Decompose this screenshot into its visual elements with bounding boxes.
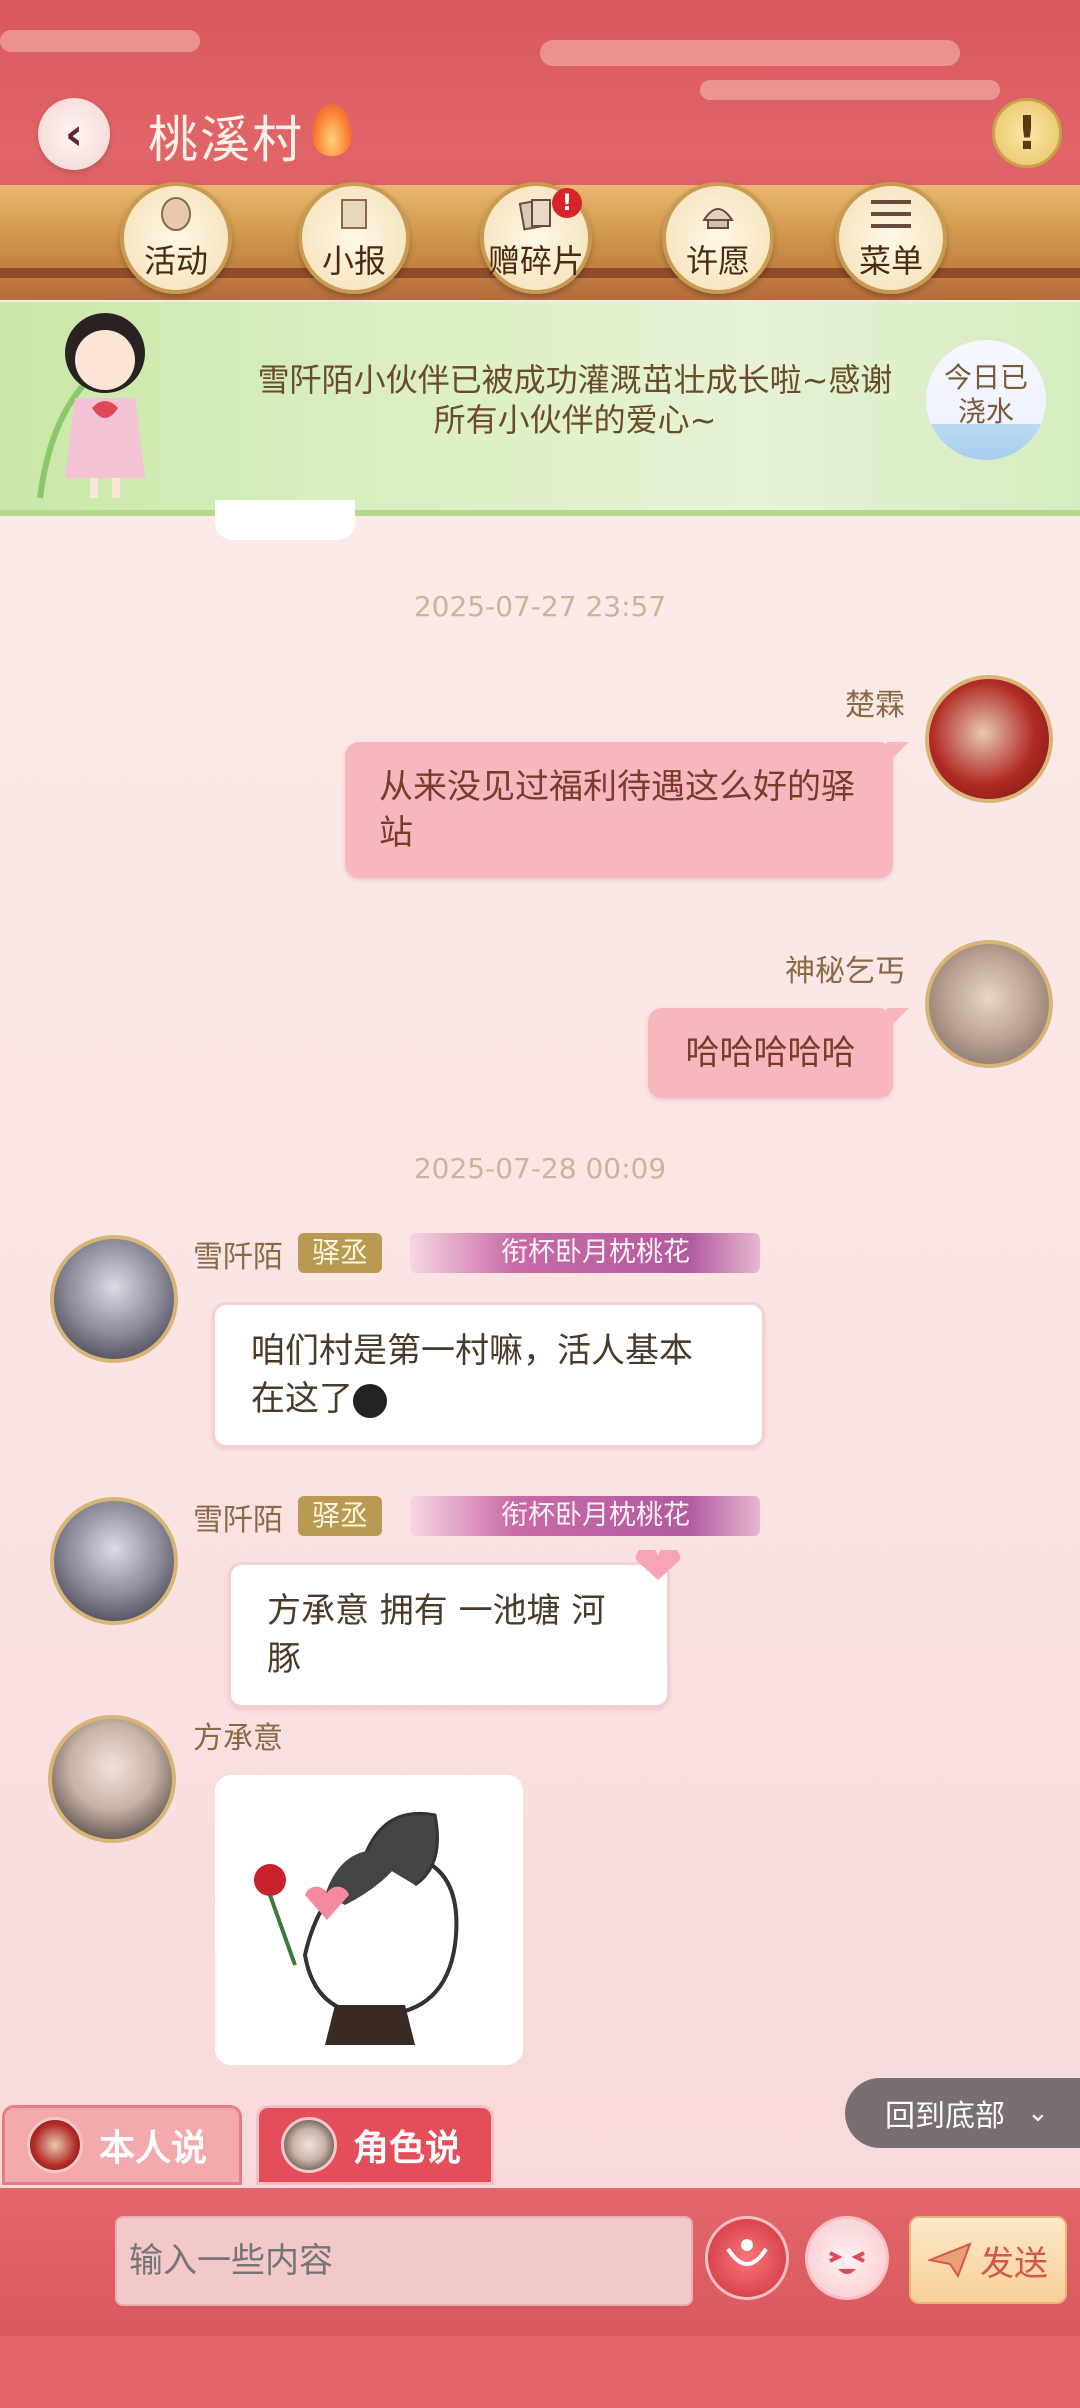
emoji-button[interactable]	[805, 2216, 889, 2300]
fountain-icon	[696, 194, 740, 234]
title-tag: 衔杯卧月枕桃花	[410, 1233, 760, 1273]
scroll-icon	[332, 194, 376, 234]
back-button[interactable]: ‹	[38, 98, 110, 170]
send-label: 发送	[980, 2243, 1048, 2284]
avatar[interactable]	[925, 675, 1053, 803]
avatar	[27, 2117, 83, 2173]
avatar[interactable]	[50, 1497, 178, 1625]
menu-wish-button[interactable]: 许愿	[662, 182, 774, 294]
menu-gift-fragments-button[interactable]: 赠碎片 !	[480, 182, 592, 294]
role-tag: 驿丞	[298, 1496, 383, 1536]
alert-button[interactable]: !	[992, 98, 1062, 168]
scroll-to-bottom-button[interactable]: 回到底部 ⌄	[845, 2078, 1080, 2148]
chevron-left-icon: ‹	[64, 108, 84, 160]
sender-name: 楚霖	[845, 688, 905, 723]
mascot-girl-illustration	[37, 313, 145, 499]
sender-name: 雪阡陌	[193, 1240, 283, 1275]
emoji-icon	[353, 1383, 387, 1418]
watered-today-badge[interactable]: 今日已浇水	[926, 340, 1046, 460]
gift-bag-icon	[726, 2239, 768, 2266]
scroll-to-bottom-label: 回到底部	[885, 2099, 1005, 2134]
heart-decoration-icon	[635, 1550, 681, 1580]
menu-label: 许愿	[685, 242, 750, 280]
menu-activity-button[interactable]: 活动	[120, 182, 232, 294]
menu-more-button[interactable]: 菜单	[835, 182, 947, 294]
message-bubble: 咱们村是第一村嘛，活人基本在这了	[212, 1302, 765, 1448]
page-title: 桃溪村	[148, 111, 304, 169]
rose-sticker-icon	[254, 1811, 459, 2045]
menu-label: 小报	[321, 242, 386, 280]
avatar	[281, 2117, 337, 2173]
timestamp: 2025-07-27 23:57	[413, 590, 667, 623]
sender-name: 神秘乞丐	[785, 954, 905, 989]
tab-self-speak[interactable]: 本人说	[2, 2105, 242, 2185]
smile-face-icon	[829, 2251, 865, 2274]
exclamation-icon: !	[1016, 106, 1038, 160]
avatar[interactable]	[925, 940, 1053, 1068]
partial-message-bubble	[215, 500, 355, 540]
message-bubble: 哈哈哈哈哈	[648, 1008, 909, 1098]
sender-name: 雪阡陌	[193, 1503, 283, 1538]
title-tag: 衔杯卧月枕桃花	[410, 1496, 760, 1536]
notice-text: 雪阡陌小伙伴已被成功灌溉茁壮成长啦~感谢所有小伙伴的爱心~	[257, 361, 893, 439]
tab-role-speak[interactable]: 角色说	[256, 2105, 494, 2185]
message-bubble: 从来没见过福利待遇这么好的驿站	[345, 742, 909, 878]
avatar[interactable]	[48, 1715, 176, 1843]
menu-label: 活动	[143, 242, 208, 280]
role-tag: 驿丞	[298, 1233, 383, 1273]
tab-label: 本人说	[99, 2128, 208, 2169]
lantern-icon	[154, 194, 198, 234]
message-text: 咱们村是第一村嘛，活人基本在这了	[251, 1331, 693, 1419]
timestamp: 2025-07-28 00:09	[413, 1152, 667, 1185]
tab-label: 角色说	[353, 2128, 462, 2169]
paper-plane-icon	[928, 2242, 972, 2279]
double-chevron-down-icon: ⌄	[1027, 2098, 1049, 2128]
gift-bag-button[interactable]	[705, 2216, 789, 2300]
sticker-message[interactable]	[215, 1775, 523, 2065]
sender-name: 方承意	[193, 1721, 283, 1756]
watered-label: 今日已浇水	[944, 361, 1029, 428]
notification-badge: !	[552, 188, 582, 218]
menu-news-button[interactable]: 小报	[298, 182, 410, 294]
menu-label: 赠碎片	[487, 242, 584, 280]
hamburger-icon	[869, 194, 913, 234]
bottom-strip	[0, 2336, 1080, 2408]
message-bubble: 方承意 拥有 一池塘 河豚	[228, 1562, 670, 1708]
avatar[interactable]	[50, 1235, 178, 1363]
menu-label: 菜单	[858, 242, 923, 280]
send-button[interactable]: 发送	[909, 2216, 1067, 2304]
message-input[interactable]	[115, 2216, 693, 2306]
